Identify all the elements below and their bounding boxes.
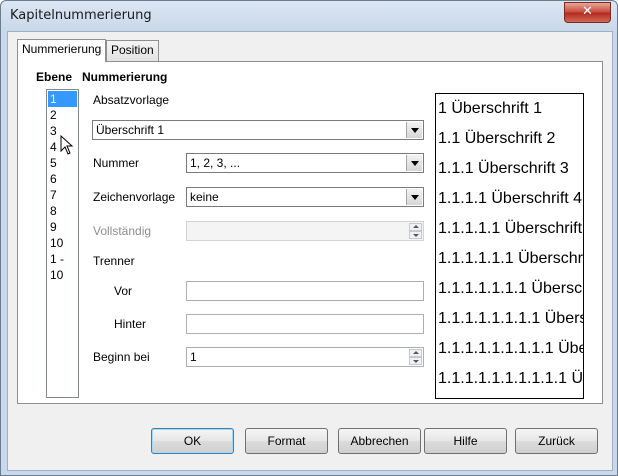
spin-down-icon[interactable]: [409, 357, 422, 365]
complete-spinbox: [186, 221, 424, 241]
preview-line: 1.1.1.1.1.1.1.1.1 Überschrift 9: [438, 340, 583, 357]
paragraph-style-label: Absatzvorlage: [93, 93, 170, 107]
list-item[interactable]: 1 - 10: [48, 251, 77, 282]
list-item[interactable]: 8: [48, 203, 77, 219]
start-value: 1: [190, 350, 197, 364]
separator-label: Trenner: [93, 254, 135, 268]
list-item[interactable]: 5: [48, 155, 77, 171]
start-spinbox[interactable]: 1: [186, 347, 424, 367]
list-item[interactable]: 7: [48, 187, 77, 203]
number-select[interactable]: 1, 2, 3, ...: [186, 153, 424, 173]
list-item[interactable]: 1: [48, 91, 77, 107]
tab-position[interactable]: Position: [106, 40, 159, 61]
mouse-cursor-icon: [60, 135, 74, 155]
number-label: Nummer: [93, 156, 140, 170]
char-style-select[interactable]: keine: [186, 187, 424, 207]
spin-down-icon: [409, 231, 422, 239]
chevron-down-icon[interactable]: [406, 189, 422, 205]
tab-nummerierung[interactable]: Nummerierung: [17, 39, 107, 62]
preview-line: 1.1 Überschrift 2: [438, 130, 556, 147]
preview-line: 1.1.1 Überschrift 3: [438, 160, 569, 177]
number-value: 1, 2, 3, ...: [190, 156, 241, 170]
tab-label: Position: [111, 43, 154, 57]
preview-line: 1.1.1.1.1.1 Überschrift 6: [438, 250, 583, 267]
chevron-down-icon[interactable]: [406, 155, 422, 171]
tab-label: Nummerierung: [22, 42, 102, 56]
list-item[interactable]: 10: [48, 235, 77, 251]
close-button[interactable]: ✕: [564, 2, 611, 23]
dialog-window: Kapitelnummerierung ✕ Nummerierung Posit…: [0, 0, 618, 476]
close-icon: ✕: [582, 4, 593, 19]
before-field[interactable]: [186, 281, 424, 301]
title-bar[interactable]: Kapitelnummerierung ✕: [1, 1, 617, 31]
start-label: Beginn bei: [93, 350, 150, 364]
preview-line: 1.1.1.1.1.1.1.1 Überschrift 8: [438, 310, 584, 327]
preview-line: 1.1.1.1.1.1.1 Überschrift 7: [438, 280, 583, 297]
spin-up-icon[interactable]: [409, 349, 422, 357]
preview-line: 1.1.1.1.1.1.1.1.1.1 Überschrift 10: [438, 370, 583, 387]
help-button[interactable]: Hilfe: [424, 428, 507, 454]
preview-line: 1.1.1.1.1 Überschrift 5: [438, 220, 584, 237]
numbering-preview: 1 Überschrift 1 1.1 Überschrift 2 1.1.1 …: [435, 93, 584, 399]
back-button[interactable]: Zurück: [515, 428, 598, 454]
char-style-value: keine: [190, 190, 219, 204]
after-field[interactable]: [186, 314, 424, 334]
format-button[interactable]: Format: [245, 428, 328, 454]
paragraph-style-value: Überschrift 1: [96, 123, 165, 137]
cancel-button[interactable]: Abbrechen: [338, 428, 421, 454]
preview-line: 1 Überschrift 1: [438, 100, 543, 117]
complete-label: Vollständig: [93, 224, 152, 238]
list-item[interactable]: 6: [48, 171, 77, 187]
chevron-down-icon[interactable]: [406, 122, 422, 138]
before-label: Vor: [114, 284, 133, 298]
level-header: Ebene: [36, 70, 73, 84]
ok-button[interactable]: OK: [151, 428, 234, 454]
dialog-client: Nummerierung Position Ebene Nummerierung…: [7, 31, 613, 471]
list-item[interactable]: 9: [48, 219, 77, 235]
char-style-label: Zeichenvorlage: [93, 190, 176, 204]
spin-up-icon: [409, 223, 422, 231]
preview-line: 1.1.1.1 Überschrift 4: [438, 190, 583, 207]
section-header: Nummerierung: [82, 70, 168, 84]
window-title: Kapitelnummerierung: [10, 8, 152, 23]
paragraph-style-select[interactable]: Überschrift 1: [92, 120, 424, 140]
after-label: Hinter: [114, 317, 147, 331]
list-item[interactable]: 2: [48, 107, 77, 123]
